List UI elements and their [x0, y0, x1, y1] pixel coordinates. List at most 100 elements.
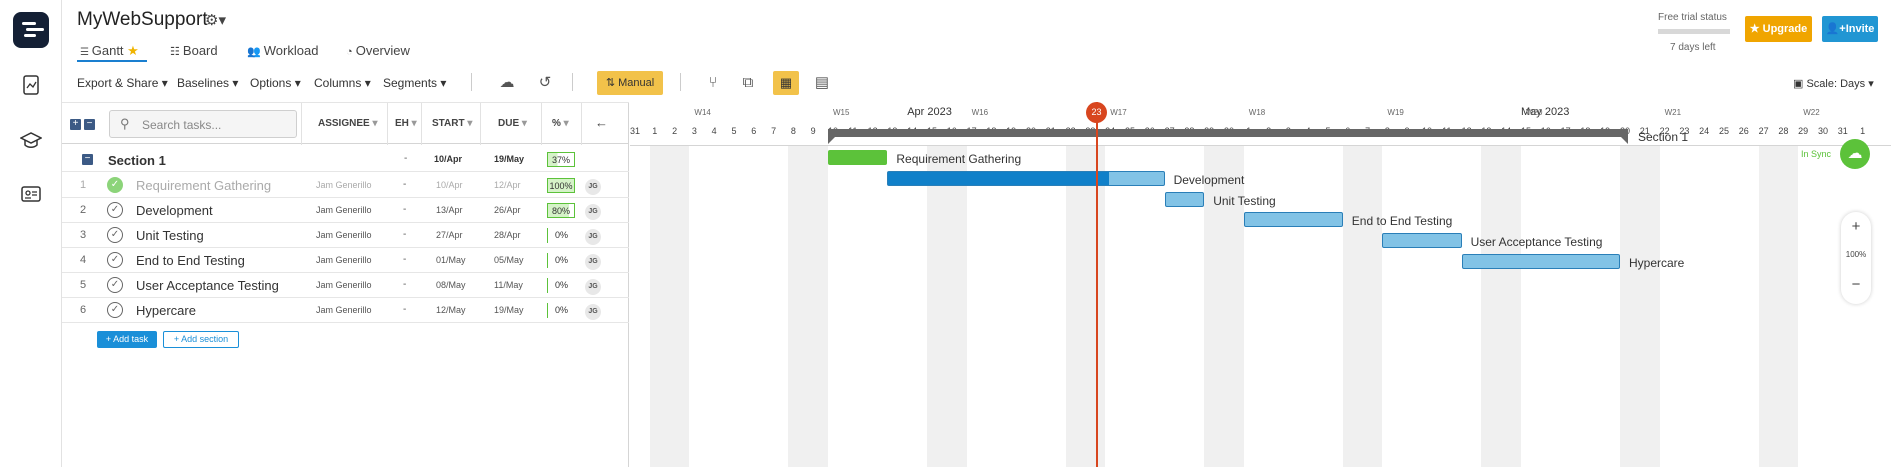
task-eh[interactable]: - [403, 279, 406, 290]
task-start[interactable]: 12/May [436, 305, 466, 315]
copy-icon[interactable]: ⧉ [737, 72, 759, 94]
col-assignee[interactable]: ASSIGNEE ▾ [318, 118, 378, 129]
task-eh[interactable]: - [403, 304, 406, 315]
task-name[interactable]: Hypercare [136, 303, 196, 318]
manual-mode-button[interactable]: ⇅ Manual [597, 71, 663, 95]
complete-check-icon[interactable]: ✓ [107, 252, 123, 268]
task-start[interactable]: 01/May [436, 255, 466, 265]
map-view-icon[interactable]: ▦ [773, 71, 799, 95]
contact-card-icon[interactable] [20, 186, 42, 206]
task-bar[interactable] [828, 150, 888, 165]
columns-menu[interactable]: Columns ▾ [314, 76, 371, 90]
favorite-star-icon[interactable]: ★ [127, 43, 139, 58]
cloud-sync-icon[interactable]: ☁ [1840, 139, 1870, 169]
task-due[interactable]: 19/May [494, 305, 524, 315]
task-due[interactable]: 28/Apr [494, 230, 521, 240]
task-name[interactable]: Development [136, 203, 213, 218]
collapse-all-icon[interactable]: − [84, 119, 95, 130]
section-summary-bar[interactable] [630, 102, 1891, 467]
scale-dropdown[interactable]: ▣ Scale: Days ▾ [1793, 77, 1874, 90]
section-name[interactable]: Section 1 [108, 153, 166, 168]
upgrade-button[interactable]: ★ Upgrade [1745, 16, 1812, 42]
task-progress[interactable]: 100% [547, 178, 575, 193]
segments-menu[interactable]: Segments ▾ [383, 76, 446, 90]
avatar[interactable]: JG [585, 279, 601, 295]
baselines-menu[interactable]: Baselines ▾ [177, 76, 238, 90]
task-row[interactable]: 4 ✓ End to End Testing Jam Generillo - 01/May… [62, 248, 629, 273]
task-eh[interactable]: - [403, 254, 406, 265]
task-start[interactable]: 08/May [436, 280, 466, 290]
col-pct[interactable]: % ▾ [552, 118, 569, 129]
task-name[interactable]: Requirement Gathering [136, 178, 271, 193]
task-due[interactable]: 12/Apr [494, 180, 521, 190]
task-progress[interactable]: 0% [547, 253, 575, 268]
options-menu[interactable]: Options ▾ [250, 76, 301, 90]
task-name[interactable]: Unit Testing [136, 228, 204, 243]
undo-icon[interactable]: ↺ [534, 72, 556, 94]
tab-overview[interactable]: ◔ Overview [346, 43, 410, 58]
task-row[interactable]: 6 ✓ Hypercare Jam Generillo - 12/May 19/May 0% J… [62, 298, 629, 323]
task-eh[interactable]: - [403, 204, 406, 215]
task-bar[interactable] [1461, 254, 1620, 269]
task-start[interactable]: 13/Apr [436, 205, 463, 215]
task-bar[interactable] [887, 170, 1165, 186]
col-eh[interactable]: EH ▾ [395, 118, 417, 129]
avatar[interactable]: JG [585, 179, 601, 195]
report-icon[interactable] [20, 75, 42, 95]
task-assignee[interactable]: Jam Generillo [316, 230, 372, 240]
task-row[interactable]: 1 ✓ Requirement Gathering Jam Generillo - 10/… [62, 173, 629, 198]
complete-check-icon[interactable]: ✓ [107, 177, 123, 193]
branch-icon[interactable]: ⑂ [702, 72, 724, 94]
collapse-section-icon[interactable]: − [82, 154, 93, 165]
invite-button[interactable]: 👤+Invite [1822, 16, 1878, 42]
task-assignee[interactable]: Jam Generillo [316, 305, 372, 315]
task-due[interactable]: 26/Apr [494, 205, 521, 215]
add-section-button[interactable]: + Add section [163, 331, 239, 348]
complete-check-icon[interactable]: ✓ [107, 302, 123, 318]
task-due[interactable]: 11/May [494, 280, 523, 290]
task-row[interactable]: 3 ✓ Unit Testing Jam Generillo - 27/Apr 28/Apr… [62, 223, 629, 248]
tab-board[interactable]: ☷ Board [170, 43, 218, 58]
task-assignee[interactable]: Jam Generillo [316, 280, 372, 290]
tab-gantt[interactable]: ☰ Gantt ★ [80, 43, 139, 59]
task-bar[interactable] [1243, 212, 1343, 228]
search-input[interactable]: ⚲ Search tasks... [109, 110, 297, 138]
zoom-in-icon[interactable]: + [1841, 218, 1871, 235]
task-start[interactable]: 27/Apr [436, 230, 463, 240]
section-row[interactable]: − Section 1 - 10/Apr 19/May 37% [62, 148, 629, 172]
col-start[interactable]: START ▾ [432, 118, 472, 129]
expand-all-icon[interactable]: + [70, 119, 81, 130]
project-settings-gear-icon[interactable]: ⚙▾ [205, 11, 226, 29]
avatar[interactable]: JG [585, 229, 601, 245]
avatar[interactable]: JG [585, 204, 601, 220]
app-logo-icon[interactable] [13, 12, 49, 48]
task-assignee[interactable]: Jam Generillo [316, 180, 372, 190]
task-assignee[interactable]: Jam Generillo [316, 255, 372, 265]
complete-check-icon[interactable]: ✓ [107, 227, 123, 243]
task-progress[interactable]: 0% [547, 278, 575, 293]
task-bar[interactable] [1164, 191, 1205, 207]
avatar[interactable]: JG [585, 304, 601, 320]
complete-check-icon[interactable]: ✓ [107, 277, 123, 293]
task-assignee[interactable]: Jam Generillo [316, 205, 372, 215]
export-share-menu[interactable]: Export & Share ▾ [77, 76, 168, 90]
collapse-grid-arrow-icon[interactable]: ← [595, 115, 608, 130]
cloud-save-icon[interactable]: ☁ [496, 72, 518, 94]
task-eh[interactable]: - [403, 179, 406, 190]
task-due[interactable]: 05/May [494, 255, 524, 265]
section-bar[interactable] [828, 129, 1628, 137]
zoom-out-icon[interactable]: − [1841, 276, 1871, 293]
task-start[interactable]: 10/Apr [436, 180, 463, 190]
task-eh[interactable]: - [403, 229, 406, 240]
tab-workload[interactable]: 👥 Workload [247, 43, 318, 58]
task-name[interactable]: User Acceptance Testing [136, 278, 279, 293]
task-row[interactable]: 2 ✓ Development Jam Generillo - 13/Apr 26/Apr 8… [62, 198, 629, 223]
task-progress[interactable]: 0% [547, 228, 575, 243]
complete-check-icon[interactable]: ✓ [107, 202, 123, 218]
task-row[interactable]: 5 ✓ User Acceptance Testing Jam Generillo - 0… [62, 273, 629, 298]
task-name[interactable]: End to End Testing [136, 253, 245, 268]
task-progress[interactable]: 80% [547, 203, 575, 218]
col-due[interactable]: DUE ▾ [498, 118, 527, 129]
task-bar[interactable] [1382, 233, 1462, 249]
today-marker[interactable]: 23 [1086, 102, 1107, 123]
